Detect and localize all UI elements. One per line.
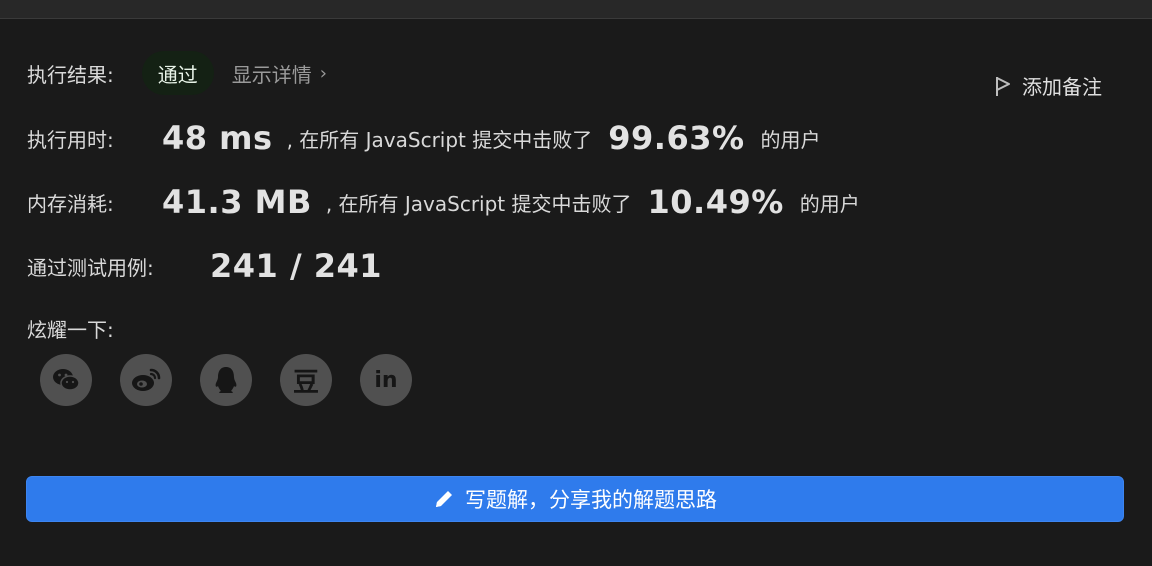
runtime-value: 48 ms: [162, 119, 273, 157]
memory-label: 内存消耗:: [27, 191, 114, 216]
top-bar: [0, 0, 1152, 19]
runtime-label: 执行用时:: [27, 127, 114, 152]
memory-percent: 10.49%: [647, 183, 784, 221]
runtime-beat-text: , 在所有 JavaScript 提交中击败了: [286, 127, 593, 152]
memory-suffix: 的用户: [799, 191, 860, 216]
runtime-suffix: 的用户: [760, 127, 821, 152]
pencil-icon: [436, 491, 452, 507]
show-details-label: 显示详情: [231, 62, 312, 87]
memory-row: 内存消耗: 41.3 MB , 在所有 JavaScript 提交中击败了 10…: [27, 183, 860, 221]
wechat-icon: [53, 369, 80, 391]
chevron-right-icon: ›: [319, 62, 327, 84]
linkedin-share-button[interactable]: in: [360, 354, 412, 406]
runtime-percent: 99.63%: [608, 119, 745, 157]
memory-beat-text: , 在所有 JavaScript 提交中击败了: [325, 191, 632, 216]
status-badge: 通过: [141, 51, 214, 95]
flag-icon: [996, 76, 1010, 96]
linkedin-icon: in: [374, 367, 398, 393]
qq-share-button[interactable]: [200, 354, 252, 406]
douban-icon: 豆: [292, 367, 319, 398]
douban-share-button[interactable]: 豆: [280, 354, 332, 406]
result-label: 执行结果:: [27, 62, 114, 87]
write-solution-label: 写题解，分享我的解题思路: [465, 488, 717, 512]
write-solution-button[interactable]: 写题解，分享我的解题思路: [26, 476, 1124, 522]
share-icons: 豆 in: [40, 354, 440, 406]
testcases-value: 241 / 241: [210, 247, 383, 285]
weibo-icon: [132, 368, 161, 391]
runtime-row: 执行用时: 48 ms , 在所有 JavaScript 提交中击败了 99.6…: [27, 119, 821, 157]
memory-value: 41.3 MB: [162, 183, 312, 221]
submission-result-panel: 执行结果: 通过 显示详情 › 添加备注 执行用时: 48 ms , 在所有 J…: [0, 19, 1152, 566]
testcases-label: 通过测试用例:: [27, 255, 154, 280]
result-row: 执行结果: 通过 显示详情 ›: [27, 51, 327, 95]
wechat-share-button[interactable]: [40, 354, 92, 406]
add-note-button[interactable]: 添加备注: [994, 71, 1102, 100]
share-row: 炫耀一下:: [27, 314, 114, 343]
qq-icon: [215, 367, 237, 393]
show-details-link[interactable]: 显示详情 ›: [232, 59, 327, 88]
add-note-label: 添加备注: [1022, 75, 1102, 99]
weibo-share-button[interactable]: [120, 354, 172, 406]
share-label: 炫耀一下:: [27, 318, 114, 342]
testcases-row: 通过测试用例: 241 / 241: [27, 247, 382, 285]
